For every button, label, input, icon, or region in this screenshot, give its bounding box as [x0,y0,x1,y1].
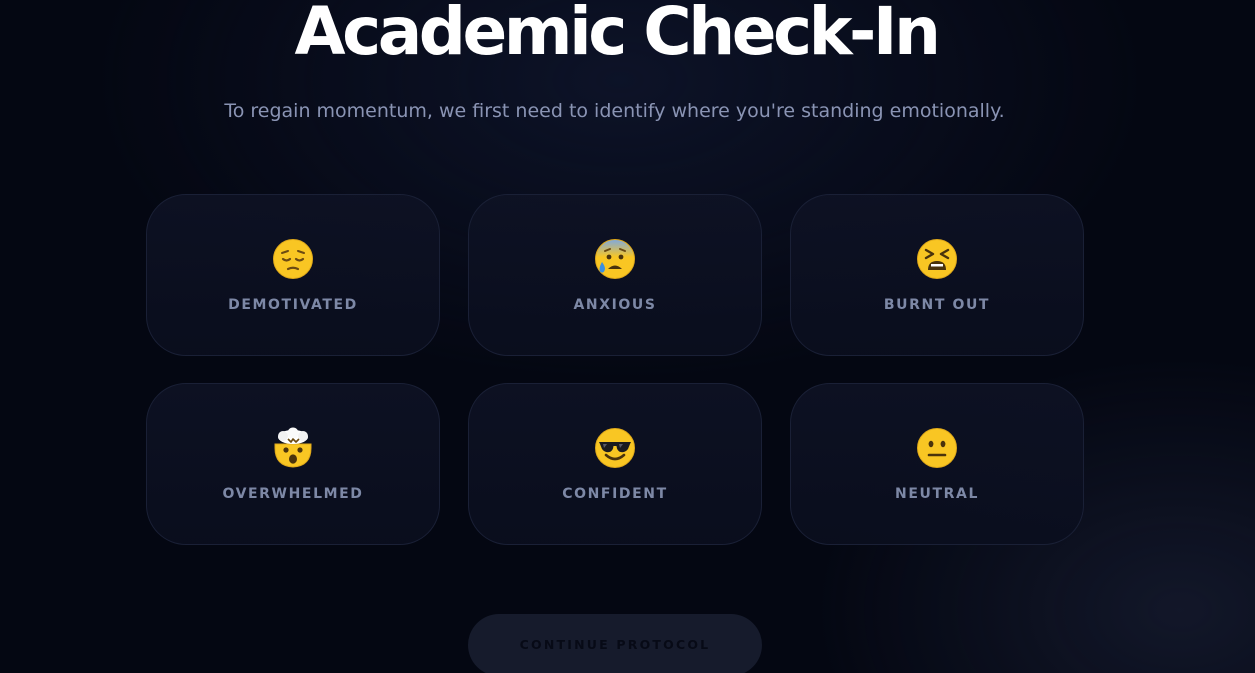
continue-protocol-button[interactable]: CONTINUE PROTOCOL [468,614,762,673]
page-subtitle: To regain momentum, we first need to ide… [224,100,1005,122]
mood-card-demotivated[interactable]: DEMOTIVATED [146,194,440,356]
mood-label: DEMOTIVATED [228,297,358,313]
pensive-face-icon [147,237,439,281]
page-title: Academic Check-In [294,0,941,70]
anxious-face-with-sweat-icon [469,237,761,281]
mood-label: ANXIOUS [573,297,657,313]
mood-label: NEUTRAL [895,486,979,502]
smiling-face-with-sunglasses-icon [469,426,761,470]
mood-card-neutral[interactable]: NEUTRAL [790,383,1084,545]
mood-label: OVERWHELMED [222,486,364,502]
mood-label: BURNT OUT [883,297,991,313]
mood-card-confident[interactable]: CONFIDENT [468,383,762,545]
exploding-head-icon [147,426,439,470]
mood-grid: DEMOTIVATED ANXIOUS BURNT OUT OVERWHELME… [146,194,1084,545]
mood-card-anxious[interactable]: ANXIOUS [468,194,762,356]
tired-face-icon [791,237,1083,281]
mood-card-burnt-out[interactable]: BURNT OUT [790,194,1084,356]
mood-card-overwhelmed[interactable]: OVERWHELMED [146,383,440,545]
mood-label: CONFIDENT [562,486,668,502]
neutral-face-icon [791,426,1083,470]
